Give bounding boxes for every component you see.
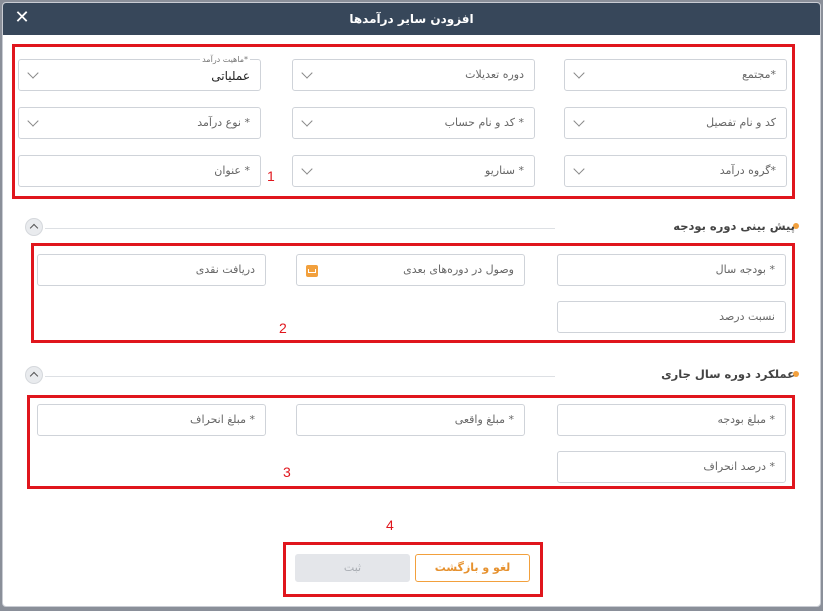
complex-select[interactable]: مجتمع* [564, 59, 787, 91]
cancel-return-button[interactable]: لغو و بازگشت [415, 554, 530, 582]
chevron-down-icon [301, 163, 313, 175]
divider [45, 228, 555, 229]
cash-receipt-label: دریافت نقدی [195, 263, 255, 276]
collapse-budget-forecast-button[interactable] [25, 218, 43, 236]
deviation-percent-input[interactable]: درصد انحراف * [557, 451, 786, 483]
account-code-label: کد و نام حساب * [444, 116, 524, 129]
percent-ratio-label: نسبت درصد [719, 310, 775, 323]
chevron-up-icon [29, 371, 39, 381]
detail-code-select[interactable]: کد و نام تفصیل [564, 107, 787, 139]
chevron-down-icon [301, 115, 313, 127]
current-year-heading: عملکرد دوره سال جاری [661, 367, 795, 381]
annotation-number-4: 4 [386, 517, 394, 533]
chevron-down-icon [27, 115, 39, 127]
divider [45, 376, 555, 377]
collection-later-field[interactable]: وصول در دوره‌های بعدی [296, 254, 525, 286]
collection-later-label: وصول در دوره‌های بعدی [403, 263, 514, 276]
add-other-income-dialog: افزودن سایر درآمدها ✕ 1 مجتمع* دوره تعدی… [2, 2, 821, 607]
chevron-down-icon [573, 115, 585, 127]
income-type-select[interactable]: نوع درآمد * [18, 107, 261, 139]
annotation-number-2: 2 [279, 320, 287, 336]
adjust-period-select[interactable]: دوره تعدیلات [292, 59, 535, 91]
chevron-down-icon [573, 163, 585, 175]
title-input[interactable]: عنوان * [18, 155, 261, 187]
actual-amount-input[interactable]: مبلغ واقعی * [296, 404, 525, 436]
deviation-amount-label: مبلغ انحراف * [190, 413, 255, 426]
annotation-number-3: 3 [283, 464, 291, 480]
collapse-current-year-button[interactable] [25, 366, 43, 384]
year-budget-label: بودجه سال * [715, 263, 775, 276]
percent-ratio-input[interactable]: نسبت درصد [557, 301, 786, 333]
scenario-label: سناریو * [485, 164, 524, 177]
inbox-icon[interactable] [306, 265, 318, 277]
year-budget-input[interactable]: بودجه سال * [557, 254, 786, 286]
dialog-titlebar: افزودن سایر درآمدها ✕ [3, 3, 820, 35]
complex-label: مجتمع* [741, 68, 776, 81]
close-icon[interactable]: ✕ [11, 7, 33, 29]
actual-amount-label: مبلغ واقعی * [454, 413, 514, 426]
income-nature-value: عملیاتی [211, 69, 250, 83]
annotation-number-1: 1 [267, 168, 275, 184]
income-nature-select[interactable]: ماهیت درآمد* عملیاتی [18, 55, 261, 91]
budget-amount-label: مبلغ بودجه * [717, 413, 775, 426]
income-nature-label: ماهیت درآمد* [200, 55, 250, 64]
income-group-label: گروه درآمد* [719, 164, 776, 177]
scenario-select[interactable]: سناریو * [292, 155, 535, 187]
income-group-select[interactable]: گروه درآمد* [564, 155, 787, 187]
chevron-up-icon [29, 223, 39, 233]
submit-button[interactable]: ثبت [295, 554, 410, 582]
dialog-title: افزودن سایر درآمدها [349, 12, 474, 26]
chevron-down-icon [301, 67, 313, 79]
account-code-select[interactable]: کد و نام حساب * [292, 107, 535, 139]
chevron-down-icon [573, 67, 585, 79]
deviation-amount-input[interactable]: مبلغ انحراف * [37, 404, 266, 436]
budget-amount-input[interactable]: مبلغ بودجه * [557, 404, 786, 436]
adjust-period-label: دوره تعدیلات [465, 68, 524, 81]
detail-code-label: کد و نام تفصیل [706, 116, 776, 129]
cash-receipt-input[interactable]: دریافت نقدی [37, 254, 266, 286]
budget-forecast-heading: پیش بینی دوره بودجه [673, 219, 795, 233]
deviation-percent-label: درصد انحراف * [703, 460, 775, 473]
title-input-label: عنوان * [214, 164, 250, 177]
chevron-down-icon [27, 67, 39, 79]
income-type-label: نوع درآمد * [197, 116, 250, 129]
